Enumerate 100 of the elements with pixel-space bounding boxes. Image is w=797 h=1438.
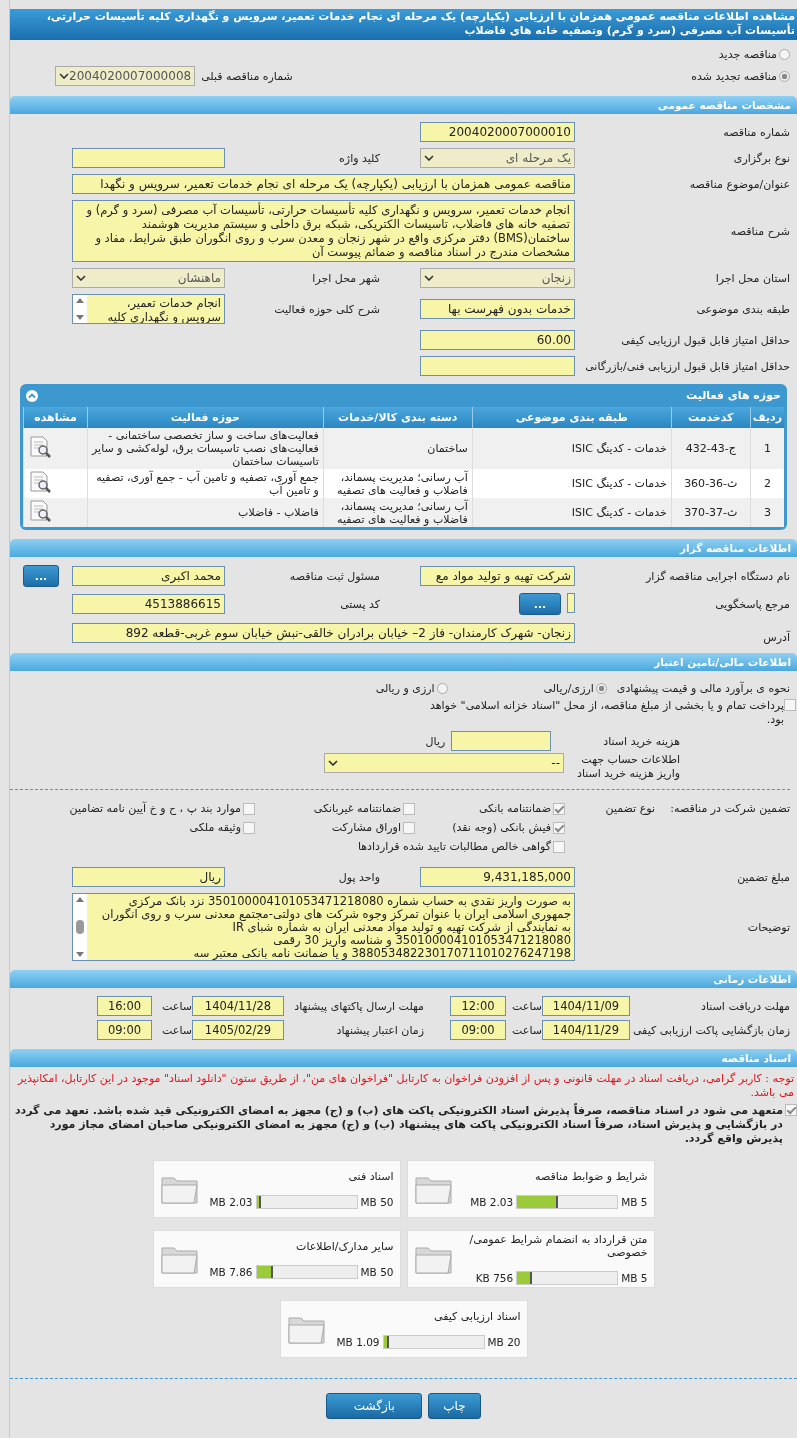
field-label: استان محل اجرا: [715, 271, 790, 285]
input-field[interactable]: 12:00: [450, 996, 506, 1016]
radio-button[interactable]: [779, 48, 790, 60]
window-title: مشاهده اطلاعات مناقصه عمومی همزمان با ارزیابی (یکپارچه) یک مرحله ای نجام خدمات تعمیر، سرویس و نگهداری کلیه تأسیسات حرارتی، تأسیسات آب مصرفی (سرد و گرم) وتصفیه خانه های فاضلاب: [10, 9, 797, 40]
checkbox[interactable]: [553, 840, 565, 853]
field-label: کلید واژه: [339, 151, 380, 165]
scroll-up-icon[interactable]: [76, 298, 84, 303]
radio-label: ارزی و ریالی: [375, 681, 435, 695]
input-field[interactable]: شرکت تهیه و تولید مواد مع: [420, 566, 575, 586]
table-cell: فعالیت‌های ساخت و ساز تخصصی ساختمانی - فعالیت‌های نصب تاسیسات برق، لوله‌کشی و سایر تاسیسات ساختمان: [87, 428, 324, 469]
notice-text: توجه : کاربر گرامی، دریافت اسناد در مهلت قانونی و پس از افزودن فراخوان به کارتابل "فراخوان های من"، از طریق ستون "دانلود اسناد" موجود در این کارتابل، امکانپذیر می باشد.: [16, 1071, 795, 1100]
table-cell: خدمات - کدینگ ISIC: [472, 498, 672, 527]
field-label: تضمین شرکت در مناقصه:: [670, 802, 790, 815]
field-label: طبقه بندی موضوعی: [696, 302, 790, 316]
input-field[interactable]: 4513886615: [72, 594, 225, 614]
field-label: کد پستی: [340, 597, 380, 611]
column-header: دسته بندی کالا/خدمات: [323, 407, 473, 428]
max-size: 5 MB: [621, 1195, 648, 1208]
scrollbar[interactable]: [73, 295, 87, 323]
field-label: حداقل امتیاز قابل قبول ارزیابی کیفی: [621, 333, 790, 347]
input-field[interactable]: 09:00: [97, 1020, 152, 1040]
checkbox-label: اوراق مشارکت: [331, 821, 401, 834]
input-field[interactable]: 09:00: [450, 1020, 506, 1040]
field-label: ساعت: [161, 1023, 192, 1037]
input-field[interactable]: خدمات بدون فهرست بها: [420, 299, 575, 319]
max-size: 50 MB: [360, 1195, 394, 1208]
document-name: شرایط و ضوابط مناقصه: [534, 1169, 648, 1183]
scroll-down-icon[interactable]: [76, 952, 84, 957]
checkbox[interactable]: [403, 821, 415, 834]
checkbox[interactable]: [403, 802, 415, 815]
document-name: اسناد ارزیابی کیفی: [433, 1309, 521, 1323]
select-field[interactable]: ماهنشان: [72, 268, 225, 288]
input-field[interactable]: 16:00: [97, 996, 152, 1016]
field-label: نحوه ی برآورد مالی و قیمت پیشنهادی: [616, 681, 790, 695]
column-header: حوزه فعالیت: [87, 407, 324, 428]
checkbox[interactable]: [243, 821, 255, 834]
text-area[interactable]: به صورت واریز نقدی به حساب شماره 350100004101053471218080 نزد بانک مرکزی جمهوری اسلامی ایران با عنوان تمرکز وجوه شرکت های دولتی-مجتمع معدنی سرب و روی انگوران به نمایندگی از شرکت تهیه و تولید مواد معدنی ایران به شماره شبای IR 350100004101053471218080 و شناسه واریز 30 رقمی 388053482230170711010276247198 و یا ضمانت نامه بانکی معتبر سه: [72, 893, 575, 961]
checkbox[interactable]: [784, 699, 796, 711]
input-field[interactable]: 1404/11/29: [542, 1020, 630, 1040]
scroll-down-icon[interactable]: [76, 315, 84, 320]
radio-label: مناقصه جدید: [718, 47, 777, 61]
scroll-thumb[interactable]: [76, 920, 84, 934]
section-header: اطلاعات مناقصه گزار: [10, 539, 797, 557]
document-search-icon[interactable]: [28, 470, 52, 494]
table-cell: خدمات - کدینگ ISIC: [472, 428, 672, 469]
radio-button[interactable]: [779, 70, 790, 82]
field-label: نوع تضمین: [605, 802, 655, 815]
checkbox[interactable]: [785, 1104, 797, 1116]
select-field[interactable]: --: [324, 753, 564, 773]
field-label: توضیحات: [747, 920, 790, 934]
input-field[interactable]: 1404/11/28: [192, 996, 284, 1016]
panel-title: حوزه های فعالیت: [686, 389, 781, 402]
checkbox[interactable]: [553, 802, 565, 815]
input-field[interactable]: [420, 356, 575, 376]
input-field[interactable]: مناقصه عمومی همزمان با ارزیابی (یکپارچه) یک مرحله ای نجام خدمات تعمیر، سرویس و نگهدا: [72, 174, 575, 194]
collapse-icon[interactable]: [26, 389, 38, 402]
input-field[interactable]: 1405/02/29: [192, 1020, 284, 1040]
scroll-up-icon[interactable]: [76, 897, 84, 902]
input-field[interactable]: زنجان- شهرک کارمندان- فاز 2– خیابان برادران خالقی-نبش خیابان سوم غربی-قطعه 892: [72, 622, 575, 643]
file-size: 2.03 MB: [470, 1195, 514, 1208]
input-field[interactable]: 2004020007000010: [420, 122, 575, 142]
input-field[interactable]: 9,431,185,000: [420, 867, 575, 887]
input-field[interactable]: [567, 593, 575, 613]
checkbox-label: گواهی خالص مطالبات تایید شده قراردادها: [357, 840, 551, 853]
document-search-icon[interactable]: [28, 435, 52, 459]
column-header: کدخدمت: [671, 407, 751, 428]
document-search-icon[interactable]: [28, 499, 52, 523]
radio-button[interactable]: [595, 682, 607, 694]
select-field[interactable]: 2004020007000008: [55, 66, 196, 86]
action-button[interactable]: چاپ: [428, 1393, 481, 1419]
column-header: ردیف: [750, 407, 784, 428]
input-field[interactable]: [451, 731, 552, 751]
more-button[interactable]: ...: [519, 593, 561, 615]
input-field[interactable]: 1404/11/09: [542, 996, 630, 1016]
checkbox-label: موارد بند پ ، ح و خ آیین نامه تضامین: [69, 802, 241, 815]
field-label: واحد پول: [338, 870, 380, 884]
more-button[interactable]: ...: [23, 565, 59, 587]
field-label: مبلغ تضمین: [737, 870, 790, 884]
max-size: 5 MB: [621, 1272, 648, 1284]
checkbox[interactable]: [553, 821, 565, 834]
field-label: شرح مناقصه: [730, 224, 790, 238]
text-area[interactable]: انجام خدمات تعمیر، سرویس و نگهداری کلیه: [72, 294, 225, 324]
file-size: 1.09 MB: [336, 1335, 380, 1348]
checkbox[interactable]: [243, 802, 255, 815]
document-name: متن قرارداد به انضمام شرایط عمومی/خصوصی: [468, 1233, 648, 1259]
radio-button[interactable]: [436, 682, 448, 694]
action-button[interactable]: بازگشت: [326, 1393, 423, 1419]
field-label: شماره مناقصه قبلی: [201, 69, 293, 83]
field-label: شماره مناقصه: [723, 125, 790, 139]
input-field[interactable]: محمد اکبری: [72, 566, 225, 586]
chevron-icon: [328, 760, 338, 766]
input-field[interactable]: [72, 148, 225, 168]
input-field[interactable]: ریال: [72, 867, 225, 887]
table-cell: ج-43-432: [671, 428, 751, 469]
section-header: اطلاعات مالی/تامین اعتبار: [10, 653, 797, 671]
input-field[interactable]: 60.00: [420, 330, 575, 350]
input-field[interactable]: انجام خدمات تعمیر، سرویس و نگهداری کلیه تأسیسات حرارتی، تأسیسات آب مصرفی (سرد و گرم) و تصفیه خانه های فاضلاب، تاسیسات الکتریکی، شبکه برق داخلی و سیستم مدیریت هوشمند ساختمان(BMS) دفتر مرکزی واقع در شهر زنجان و معدن سرب و روی انگوران طبق شرایط، مفاد و مشخصات مندرج در اسناد مناقصه و ضمائم پیوست آن: [72, 200, 575, 262]
scrollbar[interactable]: [73, 894, 87, 960]
select-field[interactable]: یک مرحله ای: [420, 148, 575, 168]
select-field[interactable]: زنجان: [420, 268, 575, 288]
